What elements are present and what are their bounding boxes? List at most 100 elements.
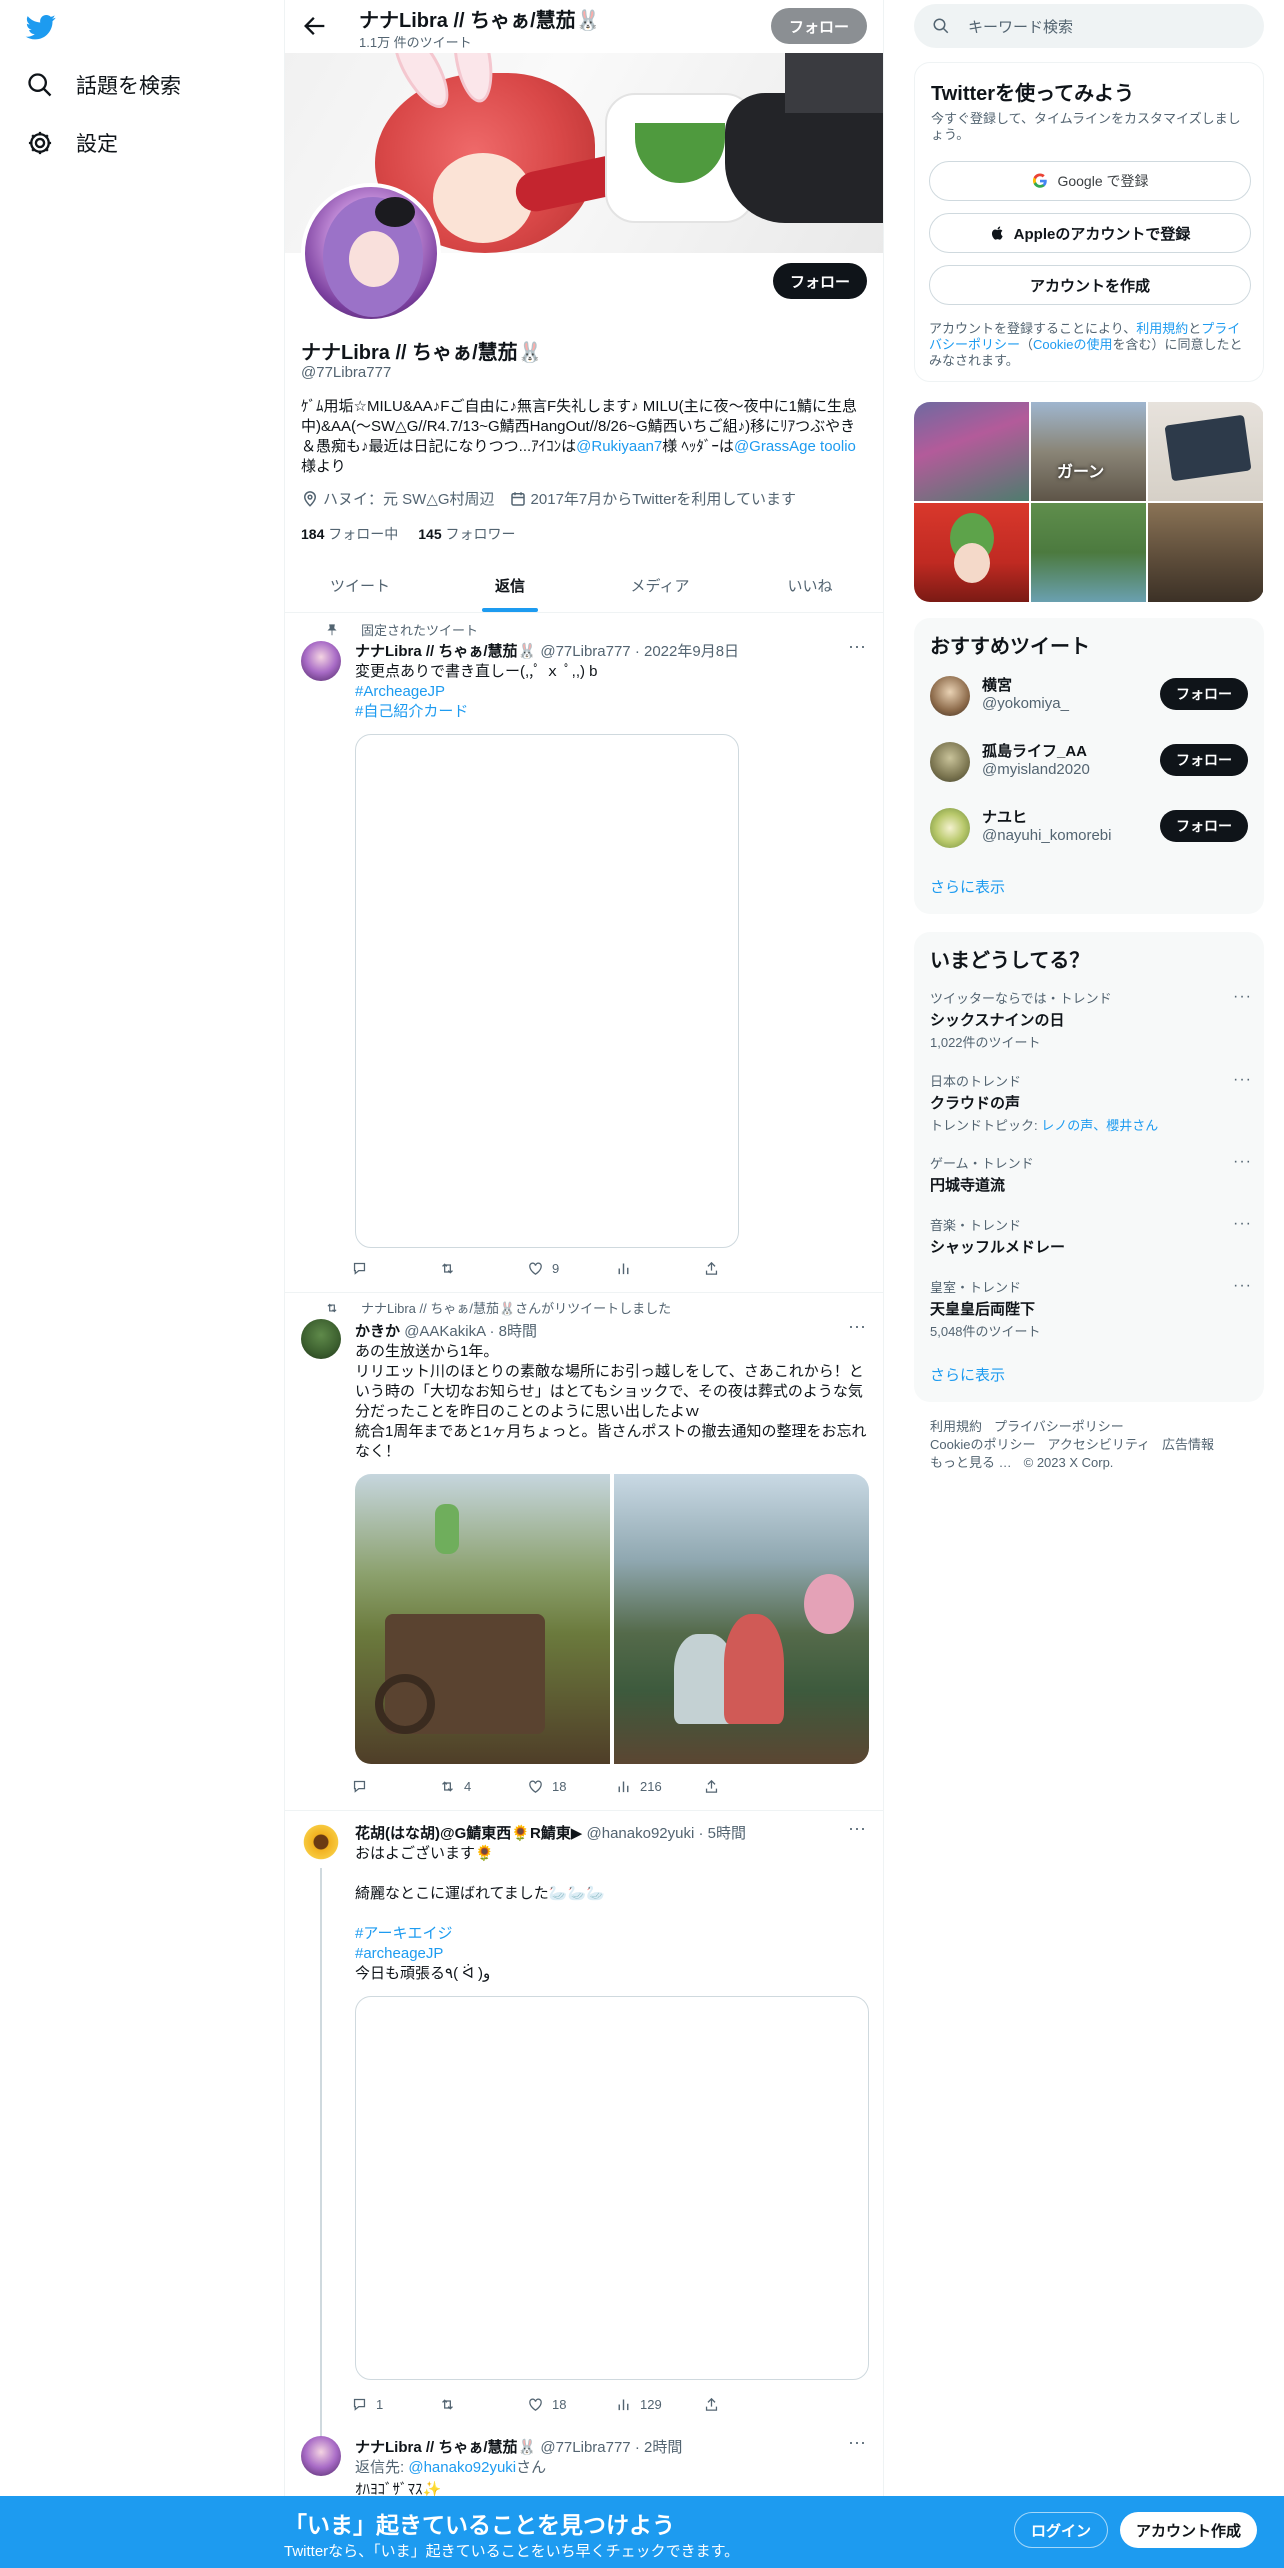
- more-icon[interactable]: ···: [1233, 1071, 1252, 1089]
- tab-replies[interactable]: 返信: [435, 560, 585, 612]
- reply-to-link[interactable]: @hanako92yuki: [408, 2459, 516, 2476]
- tweet-author-handle[interactable]: @AAKakikA: [404, 1323, 485, 1340]
- tweet-author-name[interactable]: ナナLibra // ちゃぁ/慧茄🐰: [355, 643, 536, 660]
- share-button[interactable]: [703, 1260, 791, 1277]
- followers-link[interactable]: 145 フォロワー: [418, 524, 515, 544]
- avatar[interactable]: [301, 1319, 341, 1359]
- hashtag-link[interactable]: #自己紹介カード: [355, 703, 468, 720]
- views-button[interactable]: 216: [615, 1778, 703, 1795]
- avatar[interactable]: [930, 742, 970, 782]
- trend-item[interactable]: ゲーム・トレンド 円城寺道流 ···: [930, 1153, 1251, 1195]
- header-follow-button[interactable]: フォロー: [770, 8, 867, 44]
- tweet-photo[interactable]: [355, 1474, 610, 1764]
- tweet-time[interactable]: 5時間: [708, 1825, 746, 1842]
- more-icon[interactable]: ···: [1233, 1215, 1252, 1233]
- views-button[interactable]: 129: [615, 2396, 703, 2413]
- recommended-user[interactable]: 横宮 @yokomiya_ フォロー: [930, 674, 1248, 722]
- recommended-user[interactable]: ナユヒ @nayuhi_komorebi フォロー: [930, 806, 1248, 854]
- avatar[interactable]: [930, 808, 970, 848]
- tweet-photo[interactable]: [614, 1474, 869, 1764]
- tweet-media-card[interactable]: [355, 734, 739, 1248]
- trend-item[interactable]: ツイッターならでは・トレンド シックスナインの日 1,022件のツイート ···: [930, 988, 1251, 1051]
- profile-follow-button[interactable]: フォロー: [772, 263, 867, 299]
- share-button[interactable]: [703, 1778, 791, 1795]
- media-thumb[interactable]: ガーン: [1031, 402, 1146, 501]
- footer-cookie[interactable]: Cookieのポリシー: [930, 1437, 1035, 1452]
- hashtag-link[interactable]: #archeageJP: [355, 1945, 443, 1962]
- tab-likes[interactable]: いいね: [735, 560, 883, 612]
- footer-more[interactable]: もっと見る …: [930, 1455, 1012, 1470]
- media-thumb[interactable]: [1031, 503, 1146, 602]
- reply-button[interactable]: [351, 1260, 439, 1277]
- tab-media[interactable]: メディア: [585, 560, 735, 612]
- retweet-label[interactable]: ナナLibra // ちゃぁ/慧茄🐰さんがリツイートしました: [361, 1298, 671, 1317]
- tweet-time[interactable]: 2時間: [644, 2439, 682, 2456]
- hashtag-link[interactable]: #ArcheageJP: [355, 683, 445, 700]
- terms-link[interactable]: 利用規約: [1136, 321, 1188, 336]
- footer-ads[interactable]: 広告情報: [1162, 1437, 1214, 1452]
- bio-link-rukiyaan[interactable]: @Rukiyaan7: [576, 438, 662, 455]
- share-button[interactable]: [703, 2396, 791, 2413]
- follow-button[interactable]: フォロー: [1160, 744, 1248, 776]
- more-icon[interactable]: ···: [847, 2433, 867, 2457]
- tweet-author-name[interactable]: ナナLibra // ちゃぁ/慧茄🐰: [355, 2439, 536, 2456]
- retweet-button[interactable]: [439, 1260, 527, 1277]
- footer-terms[interactable]: 利用規約: [930, 1419, 982, 1434]
- twitter-logo-icon[interactable]: [24, 12, 58, 42]
- google-signup-button[interactable]: Google で登録: [929, 161, 1251, 201]
- bio-link-grassage[interactable]: @GrassAge toolio: [734, 438, 856, 455]
- profile-avatar[interactable]: [301, 183, 441, 323]
- media-thumb[interactable]: [1148, 503, 1263, 602]
- search-input[interactable]: キーワード検索: [914, 4, 1264, 48]
- follow-button[interactable]: フォロー: [1160, 678, 1248, 710]
- avatar[interactable]: [930, 676, 970, 716]
- footer-privacy[interactable]: プライバシーポリシー: [994, 1419, 1124, 1434]
- more-icon[interactable]: ···: [847, 1819, 867, 1843]
- media-thumb[interactable]: [914, 503, 1029, 602]
- more-icon[interactable]: ···: [847, 637, 867, 661]
- tweet-time[interactable]: 8時間: [499, 1323, 537, 1340]
- more-icon[interactable]: ···: [1233, 1153, 1252, 1171]
- trend-topic-link[interactable]: レノの声、櫻井さん: [1041, 1118, 1158, 1133]
- tweet-author-handle[interactable]: @hanako92yuki: [587, 1825, 695, 1842]
- avatar[interactable]: [301, 1822, 341, 1862]
- reply-button[interactable]: [351, 1778, 439, 1795]
- following-link[interactable]: 184 フォロー中: [301, 524, 398, 544]
- media-thumb[interactable]: [914, 402, 1029, 501]
- avatar[interactable]: [301, 2436, 341, 2476]
- tab-tweets[interactable]: ツイート: [285, 560, 435, 612]
- tweet-author-name[interactable]: かきか: [355, 1323, 400, 1340]
- nav-settings[interactable]: 設定: [26, 128, 118, 158]
- tweet-author-handle[interactable]: @77Libra777: [540, 2439, 630, 2456]
- more-icon[interactable]: ···: [1233, 1277, 1252, 1295]
- cookie-link[interactable]: Cookieの使用: [1033, 337, 1112, 352]
- retweet-button[interactable]: 4: [439, 1778, 527, 1795]
- like-button[interactable]: 18: [527, 2396, 615, 2413]
- avatar[interactable]: [301, 641, 341, 681]
- nav-explore[interactable]: 話題を検索: [26, 70, 181, 100]
- apple-signup-button[interactable]: Appleのアカウントで登録: [929, 213, 1251, 253]
- more-icon[interactable]: ···: [1233, 988, 1252, 1006]
- trend-item[interactable]: 音楽・トレンド シャッフルメドレー ···: [930, 1215, 1251, 1257]
- tweet-author-handle[interactable]: @77Libra777: [540, 643, 630, 660]
- tweet-time[interactable]: 2022年9月8日: [644, 643, 739, 660]
- follow-button[interactable]: フォロー: [1160, 810, 1248, 842]
- media-thumb[interactable]: [1148, 402, 1263, 501]
- tweet-media-card[interactable]: [355, 1996, 869, 2380]
- trend-item[interactable]: 皇室・トレンド 天皇皇后両陛下 5,048件のツイート ···: [930, 1277, 1251, 1340]
- tweet-author-name[interactable]: 花胡(はな胡)@G鯖東西🌻R鯖東▶: [355, 1825, 582, 1842]
- like-button[interactable]: 9: [527, 1260, 615, 1277]
- retweet-button[interactable]: [439, 2396, 527, 2413]
- show-more-link[interactable]: さらに表示: [930, 876, 1005, 897]
- reply-button[interactable]: 1: [351, 2396, 439, 2413]
- back-arrow-icon[interactable]: [301, 12, 329, 40]
- more-icon[interactable]: ···: [847, 1317, 867, 1341]
- show-more-link[interactable]: さらに表示: [930, 1364, 1005, 1385]
- footer-accessibility[interactable]: アクセシビリティ: [1047, 1437, 1150, 1452]
- recommended-user[interactable]: 孤島ライフ_AA @myisland2020 フォロー: [930, 740, 1248, 788]
- views-button[interactable]: [615, 1260, 703, 1277]
- create-account-button[interactable]: アカウントを作成: [929, 265, 1251, 305]
- trend-item[interactable]: 日本のトレンド クラウドの声 トレンドトピック: レノの声、櫻井さん ···: [930, 1071, 1251, 1134]
- hashtag-link[interactable]: #アーキエイジ: [355, 1925, 452, 1942]
- like-button[interactable]: 18: [527, 1778, 615, 1795]
